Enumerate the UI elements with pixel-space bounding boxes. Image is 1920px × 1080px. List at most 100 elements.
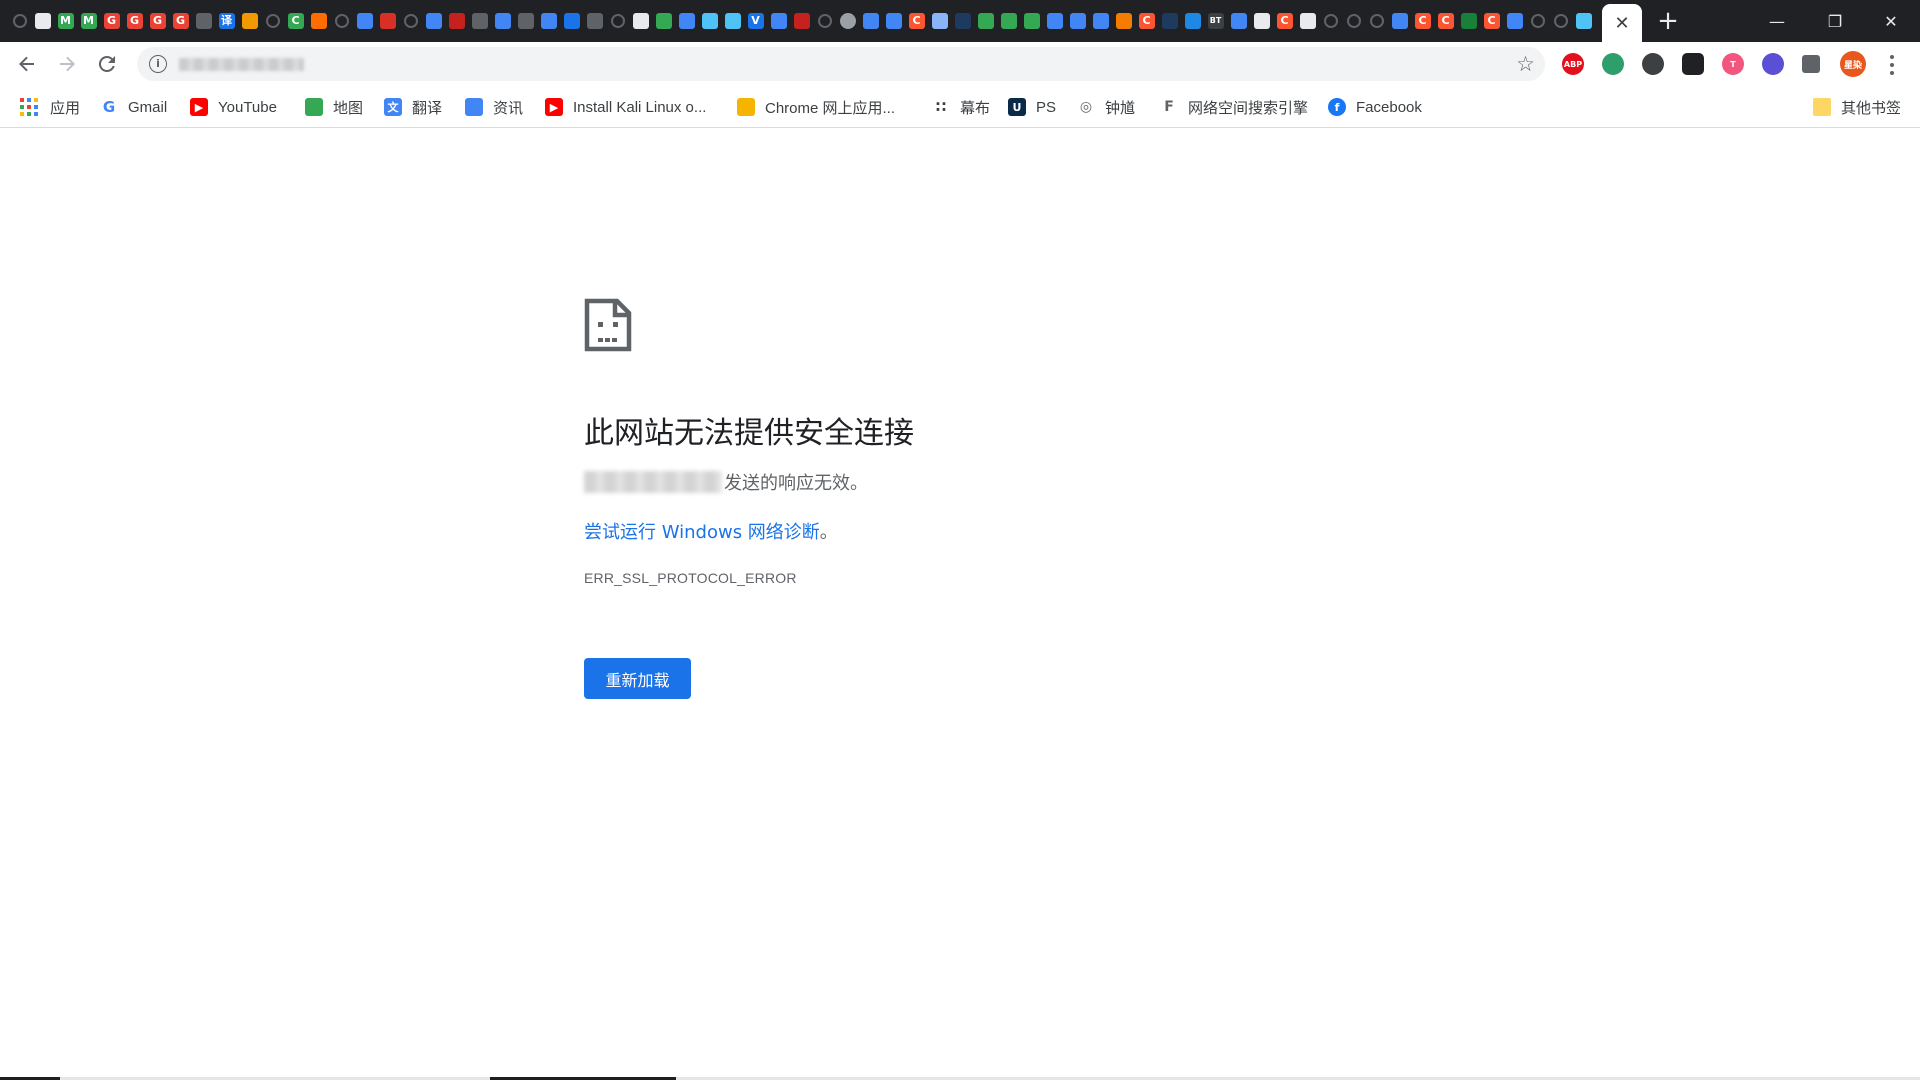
tab-site-favicon[interactable] xyxy=(882,9,905,33)
tab-github-favicon[interactable] xyxy=(1549,9,1572,33)
tab-site-favicon[interactable] xyxy=(1112,9,1135,33)
tab-site-favicon[interactable] xyxy=(1158,9,1181,33)
tab-c-favicon[interactable]: C xyxy=(1480,9,1503,33)
tab-site-favicon[interactable] xyxy=(491,9,514,33)
tab-m-favicon[interactable]: M xyxy=(77,9,100,33)
tab-github-favicon[interactable] xyxy=(399,9,422,33)
profile-avatar[interactable]: 星染 xyxy=(1840,51,1866,77)
tab-site-favicon[interactable] xyxy=(537,9,560,33)
extension-dark-icon[interactable] xyxy=(1682,53,1704,75)
active-tab[interactable]: ✕ xyxy=(1602,4,1642,42)
tab-site-favicon[interactable] xyxy=(790,9,813,33)
tab-site-favicon[interactable] xyxy=(1503,9,1526,33)
tab-c-favicon[interactable]: C xyxy=(1434,9,1457,33)
bookmark-star-icon[interactable]: ☆ xyxy=(1516,52,1535,76)
bookmark-youtube[interactable]: ▶ Install Kali Linux o... xyxy=(545,95,706,119)
tab-site-favicon[interactable] xyxy=(1227,9,1250,33)
tab-github-favicon[interactable] xyxy=(813,9,836,33)
tab-site-favicon[interactable] xyxy=(560,9,583,33)
new-tab-button[interactable]: + xyxy=(1652,8,1684,36)
tab-github-favicon[interactable] xyxy=(261,9,284,33)
bookmark-apps[interactable]: 应用 xyxy=(20,95,80,119)
back-button[interactable] xyxy=(11,48,43,80)
tab-c-favicon[interactable]: C xyxy=(1411,9,1434,33)
tab-bt-favicon[interactable]: BT xyxy=(1204,9,1227,33)
tab-site-favicon[interactable] xyxy=(31,9,54,33)
tab-site-favicon[interactable] xyxy=(514,9,537,33)
bookmark-youtube[interactable]: ▶ YouTube xyxy=(190,95,277,119)
tab-c-favicon[interactable]: C xyxy=(1273,9,1296,33)
tab-c-favicon[interactable]: C xyxy=(905,9,928,33)
bookmark-news[interactable]: 资讯 xyxy=(465,95,523,119)
tab-site-favicon[interactable] xyxy=(353,9,376,33)
extensions-puzzle-icon[interactable] xyxy=(1802,55,1820,73)
tab-translate-favicon[interactable]: 译 xyxy=(215,9,238,33)
tab-site-favicon[interactable] xyxy=(1388,9,1411,33)
tab-site-favicon[interactable] xyxy=(376,9,399,33)
tab-site-favicon[interactable] xyxy=(675,9,698,33)
tab-site-favicon[interactable] xyxy=(1250,9,1273,33)
tab-site-favicon[interactable] xyxy=(698,9,721,33)
tab-close-icon[interactable]: ✕ xyxy=(1614,13,1629,34)
bookmark-zoomeye[interactable]: ◎ 钟馗 xyxy=(1077,95,1135,119)
tab-site-favicon[interactable] xyxy=(859,9,882,33)
tab-site-favicon[interactable] xyxy=(1457,9,1480,33)
bookmark-translate[interactable]: 文翻译 xyxy=(384,95,442,119)
tab-github-favicon[interactable] xyxy=(330,9,353,33)
tab-site-favicon[interactable] xyxy=(629,9,652,33)
extension-pink-icon[interactable]: T xyxy=(1722,53,1744,75)
tab-site-favicon[interactable] xyxy=(997,9,1020,33)
tab-site-favicon[interactable] xyxy=(445,9,468,33)
tab-site-favicon[interactable] xyxy=(583,9,606,33)
tab-site-favicon[interactable] xyxy=(238,9,261,33)
tab-site-favicon[interactable] xyxy=(1066,9,1089,33)
close-window-button[interactable]: ✕ xyxy=(1862,0,1920,42)
restore-button[interactable]: ❐ xyxy=(1806,0,1864,42)
bookmark-facebook[interactable]: f Facebook xyxy=(1328,95,1422,119)
forward-button[interactable] xyxy=(51,48,83,80)
tab-github-favicon[interactable] xyxy=(1342,9,1365,33)
tab-site-favicon[interactable] xyxy=(652,9,675,33)
tab-g-favicon[interactable]: G xyxy=(100,9,123,33)
tab-g-favicon[interactable]: G xyxy=(169,9,192,33)
bookmark-fofa[interactable]: F 网络空间搜索引擎 xyxy=(1160,95,1308,119)
bookmark-chrome-store[interactable]: Chrome 网上应用... xyxy=(737,95,895,119)
other-bookmarks[interactable]: 其他书签 xyxy=(1813,95,1901,119)
tab-site-favicon[interactable] xyxy=(1572,9,1595,33)
minimize-button[interactable]: — xyxy=(1748,0,1806,42)
tab-c-favicon[interactable]: C xyxy=(284,9,307,33)
menu-kebab-icon[interactable] xyxy=(1882,55,1902,75)
tab-site-favicon[interactable] xyxy=(974,9,997,33)
tab-gear-favicon[interactable] xyxy=(836,9,859,33)
tab-site-favicon[interactable] xyxy=(1043,9,1066,33)
tab-site-favicon[interactable] xyxy=(468,9,491,33)
tab-site-favicon[interactable] xyxy=(1020,9,1043,33)
bookmark-ps[interactable]: U PS xyxy=(1008,95,1056,119)
bookmark-mubu[interactable]: ∷ 幕布 xyxy=(932,95,990,119)
bookmark-maps[interactable]: 地图 xyxy=(305,95,363,119)
tab-m-favicon[interactable]: M xyxy=(54,9,77,33)
tab-site-favicon[interactable] xyxy=(951,9,974,33)
tab-v-favicon[interactable]: V xyxy=(744,9,767,33)
tab-site-favicon[interactable] xyxy=(721,9,744,33)
tab-c-favicon[interactable]: C xyxy=(1135,9,1158,33)
extension-spy-icon[interactable] xyxy=(1642,53,1664,75)
tab-github-favicon[interactable] xyxy=(1365,9,1388,33)
tab-site-favicon[interactable] xyxy=(928,9,951,33)
tab-github-favicon[interactable] xyxy=(1526,9,1549,33)
adblock-plus-icon[interactable]: ABP xyxy=(1562,53,1584,75)
tab-github-favicon[interactable] xyxy=(8,9,31,33)
extension-green-icon[interactable] xyxy=(1602,53,1624,75)
tab-site-favicon[interactable] xyxy=(1181,9,1204,33)
bookmark-google[interactable]: G Gmail xyxy=(100,95,167,119)
tab-g-favicon[interactable]: G xyxy=(146,9,169,33)
tab-github-favicon[interactable] xyxy=(606,9,629,33)
address-bar[interactable]: i ☆ xyxy=(137,47,1545,81)
tab-site-favicon[interactable] xyxy=(192,9,215,33)
tab-site-favicon[interactable] xyxy=(767,9,790,33)
tab-g-favicon[interactable]: G xyxy=(123,9,146,33)
tab-site-favicon[interactable] xyxy=(1296,9,1319,33)
extension-purple-icon[interactable] xyxy=(1762,53,1784,75)
site-info-icon[interactable]: i xyxy=(149,55,167,73)
run-diagnostics-link[interactable]: 尝试运行 Windows 网络诊断 xyxy=(584,522,820,543)
